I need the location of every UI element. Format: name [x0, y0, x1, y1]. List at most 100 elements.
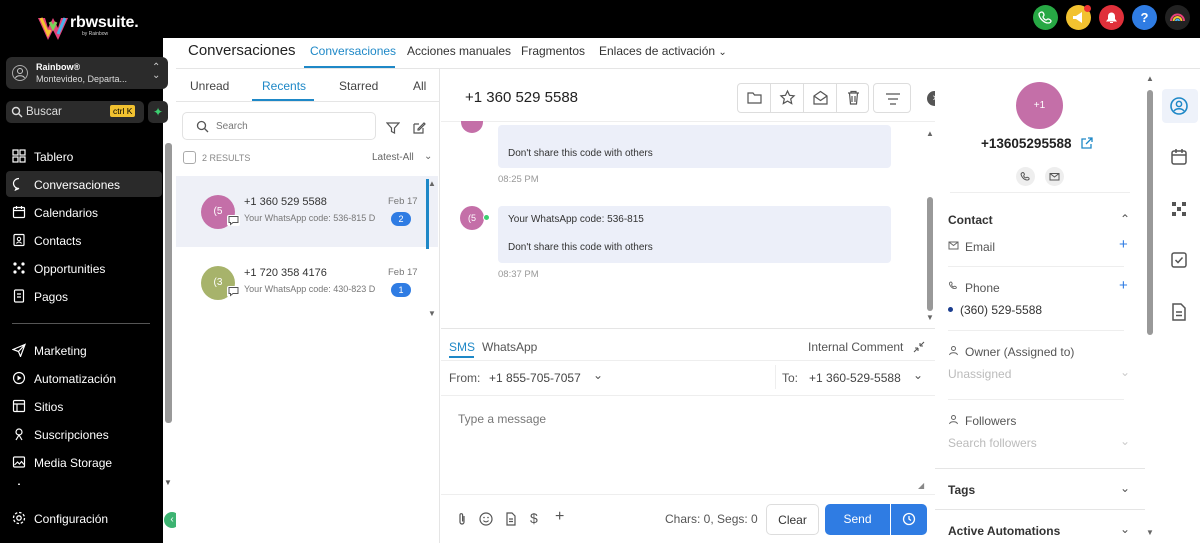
scroll-up-icon[interactable]: ▲ [926, 129, 934, 138]
nav-item[interactable]: Automatización [6, 365, 162, 391]
tab-whatsapp[interactable]: WhatsApp [482, 340, 537, 354]
account-switcher[interactable]: Rainbow® Montevideo, Departa... ⌃ ⌄ [6, 57, 168, 89]
tab-acciones-manuales[interactable]: Acciones manuales [407, 44, 511, 58]
bell-icon[interactable] [1099, 5, 1124, 30]
scroll-down-icon[interactable]: ▼ [1146, 528, 1154, 537]
from-select[interactable]: +1 855-705-7057 ⌄ [489, 365, 609, 389]
grid-dots-icon[interactable] [1169, 199, 1189, 219]
clear-button[interactable]: Clear [766, 504, 819, 535]
followers-select[interactable]: Search followers ⌄ [948, 433, 1131, 457]
sender-avatar: (5 [460, 206, 484, 230]
tab-conversaciones[interactable]: Conversaciones [310, 44, 396, 58]
sort-dropdown[interactable]: Latest-All [372, 152, 414, 163]
chat-scrollbar[interactable] [927, 197, 933, 311]
nav-item[interactable]: Marketing [6, 337, 162, 363]
nav-item[interactable]: Opportunities [6, 255, 162, 281]
nav-item[interactable]: Calendarios [6, 199, 162, 225]
nav-item[interactable]: Sitios [6, 393, 162, 419]
nav-item-label: Suscripciones [34, 428, 109, 442]
nav-item[interactable]: Media Storage [6, 449, 162, 475]
nav-item[interactable]: Conversaciones [6, 171, 162, 197]
send-button[interactable]: Send [825, 504, 890, 535]
conversation-preview: Your WhatsApp code: 536-815 D [244, 213, 375, 223]
external-link-icon[interactable] [1080, 137, 1093, 150]
message-input[interactable]: Type a message ◢ [448, 399, 928, 490]
chevron-down-icon: ⌄ [593, 368, 604, 382]
nav-settings[interactable]: Configuración [6, 505, 162, 531]
phone-icon[interactable] [1033, 5, 1058, 30]
calendar-icon[interactable] [1169, 147, 1189, 167]
nav-item[interactable]: Pagos [6, 283, 162, 309]
user-profile-icon[interactable] [1169, 96, 1189, 116]
tab-sms[interactable]: SMS [449, 340, 475, 354]
tab-starred[interactable]: Starred [339, 79, 378, 93]
tags-section[interactable]: Tags [948, 483, 975, 497]
conversation-search[interactable]: Search [182, 112, 376, 140]
scroll-down-icon[interactable]: ▼ [926, 313, 934, 322]
trash-icon[interactable] [837, 84, 870, 112]
collapse-arrows-icon[interactable] [913, 341, 925, 353]
phone-value[interactable]: (360) 529-5588 [960, 303, 1042, 317]
mail-icon[interactable] [1045, 167, 1064, 186]
star-icon[interactable] [771, 84, 804, 112]
tab-unread[interactable]: Unread [190, 79, 229, 93]
conversation-row[interactable]: (3 +1 720 358 4176 Your WhatsApp code: 430… [176, 247, 438, 318]
sites-icon [12, 399, 26, 413]
right-icon-bar [1160, 69, 1200, 543]
scroll-up-icon[interactable]: ▲ [1146, 74, 1154, 83]
automations-section[interactable]: Active Automations [948, 524, 1060, 538]
conversation-row[interactable]: (5 +1 360 529 5588 Your WhatsApp code: 536… [176, 176, 438, 247]
document-icon[interactable] [504, 512, 518, 526]
chevron-down-icon[interactable]: ⌄ [1120, 522, 1130, 536]
emoji-icon[interactable] [479, 512, 493, 526]
nav-item[interactable]: Suscripciones [6, 421, 162, 447]
add-phone-button[interactable]: + [1119, 277, 1128, 294]
mail-icon [948, 240, 959, 251]
chevron-up-icon[interactable]: ⌃ [1120, 212, 1130, 226]
schedule-send-button[interactable] [891, 504, 927, 535]
to-select[interactable]: +1 360-529-5588 ⌄ [809, 365, 929, 389]
mail-open-icon[interactable] [804, 84, 837, 112]
filter-icon[interactable] [386, 121, 400, 135]
quick-action-bolt-icon[interactable]: ✦ [148, 101, 168, 123]
tab-all[interactable]: All [413, 79, 426, 93]
scroll-down-icon[interactable]: ▼ [428, 309, 436, 318]
megaphone-icon[interactable] [1066, 5, 1091, 30]
tab-enlaces-activacion[interactable]: Enlaces de activación ⌄ [599, 44, 727, 58]
sort-lines-icon[interactable] [873, 83, 911, 113]
nav-item[interactable]: Contacts [6, 227, 162, 253]
scroll-down-icon[interactable]: ▼ [164, 478, 172, 487]
folder-icon[interactable] [738, 84, 771, 112]
plus-icon[interactable]: + [555, 508, 564, 526]
rainbow-profile-icon[interactable] [1165, 5, 1190, 30]
owner-value: Unassigned [948, 367, 1012, 381]
owner-select[interactable]: Unassigned ⌄ [948, 364, 1131, 388]
checklist-icon[interactable] [1169, 250, 1189, 270]
tab-internal-comment[interactable]: Internal Comment [808, 340, 903, 354]
reputation-icon [12, 483, 26, 485]
chevron-down-icon[interactable]: ⌄ [1120, 481, 1130, 495]
notes-icon[interactable] [1169, 302, 1189, 322]
tab-recents[interactable]: Recents [262, 79, 306, 93]
sidebar-scrollbar[interactable] [165, 143, 172, 423]
global-search[interactable]: Buscar ctrl K [6, 101, 144, 123]
compose-edit-icon[interactable] [412, 121, 426, 135]
select-all-checkbox[interactable] [183, 151, 196, 164]
whatsapp-channel-icon [483, 214, 490, 221]
dollar-icon[interactable]: $ [530, 510, 538, 526]
rainbow-logo [36, 12, 70, 46]
attachment-icon[interactable] [455, 512, 469, 526]
phone-icon[interactable] [1016, 167, 1035, 186]
chevron-down-icon[interactable]: ⌄ [424, 151, 432, 162]
help-icon[interactable]: ? [1132, 5, 1157, 30]
scroll-up-icon[interactable]: ▲ [428, 179, 436, 188]
updown-chevron-icon: ⌃ ⌄ [152, 62, 161, 81]
nav-item[interactable]: Reputación [6, 477, 162, 485]
tab-fragmentos[interactable]: Fragmentos [521, 44, 585, 58]
contact-panel-scrollbar[interactable] [1147, 90, 1153, 335]
add-email-button[interactable]: + [1119, 236, 1128, 253]
chevron-down-icon: ⌄ [718, 47, 727, 58]
chat-bubble-icon [12, 177, 26, 191]
resize-handle-icon[interactable]: ◢ [918, 481, 924, 490]
nav-item[interactable]: Tablero [6, 143, 162, 169]
